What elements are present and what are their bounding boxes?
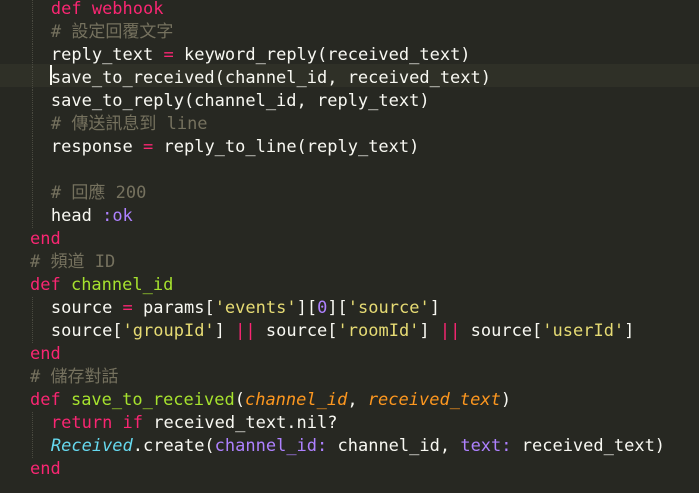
code-token: ]	[429, 298, 440, 318]
code-line[interactable]: head :ok	[51, 205, 133, 228]
code-token: channel_id:	[214, 436, 328, 456]
indent-guide	[32, 320, 33, 343]
code-token: end	[30, 459, 61, 479]
indent-guide	[32, 412, 33, 435]
code-token: ]	[624, 321, 635, 341]
code-line[interactable]: def channel_id	[30, 274, 173, 297]
code-token: # 設定回覆文字	[50, 22, 174, 42]
code-editor[interactable]: def webhook # 設定回覆文字 reply_text = keyword_…	[0, 0, 699, 493]
code-line[interactable]: save_to_reply(channel_id, reply_text)	[51, 90, 430, 113]
code-token: :ok	[102, 206, 133, 226]
indent-guide	[32, 182, 33, 205]
code-token: text:	[460, 436, 512, 456]
code-token: 0	[317, 298, 328, 318]
indent-guide	[32, 205, 33, 228]
code-token: channel_id	[70, 275, 174, 295]
code-token: 'source'	[347, 298, 430, 318]
code-token: channel_id,	[327, 436, 461, 456]
code-token: =	[143, 137, 154, 157]
code-token: reply_text	[50, 45, 164, 65]
code-token: received_text	[367, 390, 501, 410]
code-token: =	[163, 45, 174, 65]
code-line[interactable]: source = params['events'][0]['source']	[51, 297, 440, 320]
indent-guide	[32, 113, 33, 136]
code-line[interactable]: response = reply_to_line(reply_text)	[51, 136, 419, 159]
code-line[interactable]: return if received_text.nil?	[51, 412, 338, 435]
code-token: Received	[50, 436, 133, 456]
code-token: channel_id	[244, 390, 348, 410]
code-token: end	[30, 229, 61, 249]
code-token: save_to_received(channel_id, received_te…	[50, 68, 491, 88]
code-token: ||	[439, 321, 461, 341]
code-token: head	[50, 206, 103, 226]
code-token: def webhook	[50, 0, 164, 19]
code-token: .create(	[132, 436, 215, 456]
indent-guide	[32, 136, 33, 159]
code-line[interactable]: # 設定回覆文字	[51, 21, 173, 44]
code-token: # 儲存對話	[30, 367, 119, 387]
indent-guide	[32, 297, 33, 320]
code-line[interactable]: # 頻道 ID	[30, 251, 115, 274]
code-token: def	[30, 390, 71, 410]
code-token: source	[50, 298, 123, 318]
code-token: params[	[132, 298, 215, 318]
indent-guide	[32, 67, 33, 90]
code-token: # 回應 200	[50, 183, 147, 203]
code-token: source[	[460, 321, 543, 341]
code-token: ][	[327, 298, 348, 318]
code-token: response	[50, 137, 144, 157]
code-token: save_to_reply(channel_id, reply_text)	[50, 91, 430, 111]
code-token: save_to_received	[70, 390, 235, 410]
code-token: 'groupId'	[122, 321, 215, 341]
code-token: received_text)	[511, 436, 666, 456]
code-token: )	[500, 390, 512, 410]
text-caret	[50, 65, 52, 85]
code-token: # 傳送訊息到 line	[50, 114, 208, 134]
code-token: source[	[255, 321, 338, 341]
indent-guide	[32, 0, 33, 21]
code-token: # 頻道 ID	[30, 252, 116, 272]
code-line[interactable]: end	[30, 343, 61, 366]
code-line[interactable]: # 傳送訊息到 line	[51, 113, 208, 136]
code-line[interactable]: reply_text = keyword_reply(received_text…	[51, 44, 471, 67]
code-token: keyword_reply(received_text)	[173, 45, 471, 65]
indent-guide	[32, 44, 33, 67]
code-token: received_text.nil?	[143, 413, 338, 433]
code-token: ][	[296, 298, 318, 318]
code-token: 'events'	[214, 298, 297, 318]
code-line[interactable]: end	[30, 228, 61, 251]
code-token: (	[234, 390, 245, 410]
code-token: def	[30, 275, 71, 295]
indent-guide	[32, 159, 33, 182]
code-line[interactable]: end	[30, 458, 61, 481]
code-token: 'roomId'	[337, 321, 420, 341]
code-token: return if	[50, 413, 144, 433]
code-line[interactable]: # 儲存對話	[30, 366, 118, 389]
code-token: ||	[235, 321, 256, 341]
code-line[interactable]: def webhook	[51, 0, 164, 21]
code-token: end	[30, 344, 61, 364]
indent-guide	[32, 21, 33, 44]
code-token: ]	[214, 321, 236, 341]
code-line[interactable]: source['groupId'] || source['roomId'] ||…	[51, 320, 635, 343]
code-line[interactable]: # 回應 200	[51, 182, 146, 205]
code-token: source[	[50, 321, 123, 341]
code-token: reply_to_line(reply_text)	[153, 137, 420, 157]
code-line[interactable]: def save_to_received(channel_id, receive…	[30, 389, 511, 412]
indent-guide	[32, 435, 33, 458]
code-token: =	[122, 298, 133, 318]
code-line[interactable]: save_to_received(channel_id, received_te…	[51, 67, 491, 90]
indent-guide	[32, 90, 33, 113]
code-token: ]	[419, 321, 440, 341]
code-token: 'userId'	[542, 321, 625, 341]
code-line[interactable]: Received.create(channel_id: channel_id, …	[51, 435, 665, 458]
code-token: ,	[347, 390, 368, 410]
